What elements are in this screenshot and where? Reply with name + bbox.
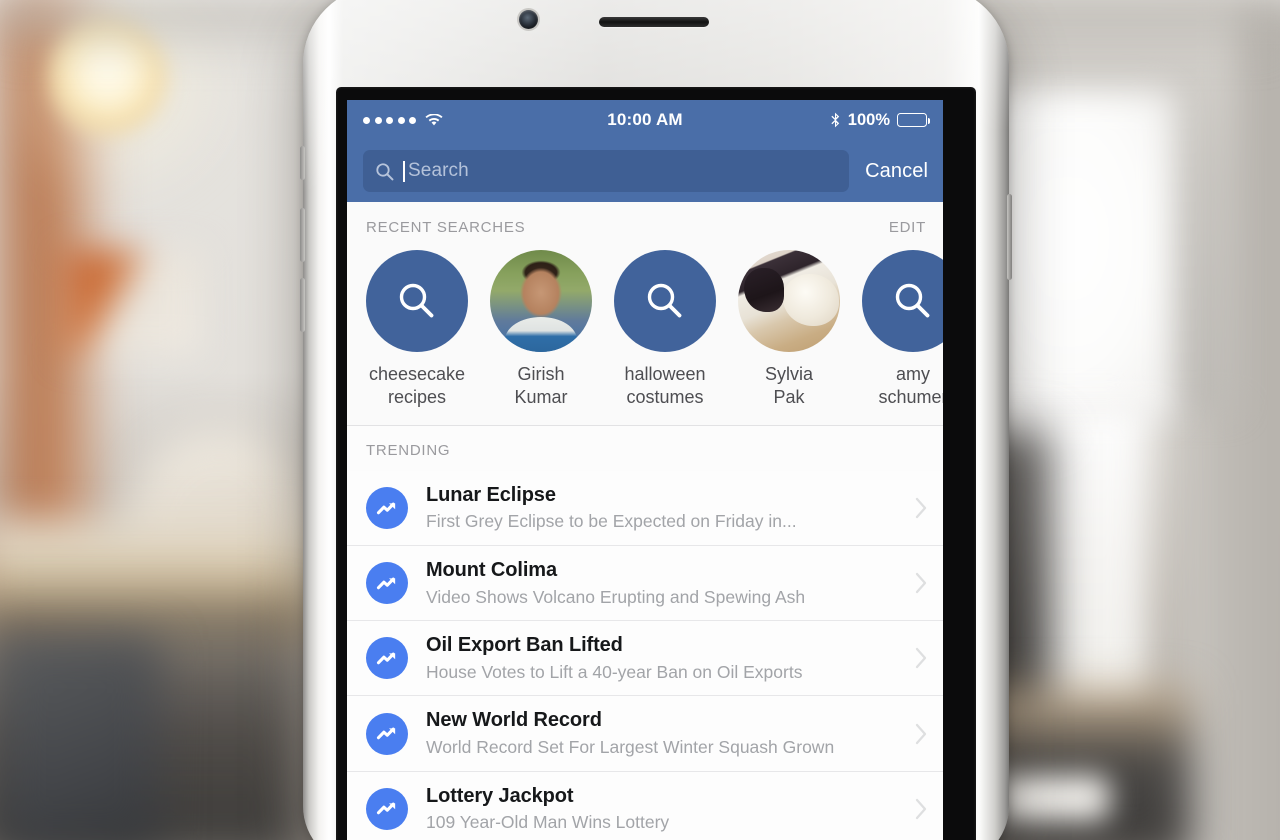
recent-searches-section: RECENT SEARCHES EDIT cheesecake recipes G… xyxy=(347,202,943,427)
trending-arrow-icon xyxy=(366,712,408,755)
avatar[interactable] xyxy=(490,250,592,352)
trending-row[interactable]: New World Record World Record Set For Lar… xyxy=(347,696,943,772)
trending-title-text: Mount Colima xyxy=(426,559,558,582)
trending-arrow-icon xyxy=(376,502,395,514)
bluetooth-icon xyxy=(830,112,841,128)
trending-arrow-icon xyxy=(376,727,395,740)
trending-arrow-icon xyxy=(366,637,408,680)
trending-title-text: Lottery Jackpot xyxy=(426,784,574,807)
trending-arrow-icon xyxy=(376,577,395,590)
trending-row[interactable]: Mount Colima Video Shows Volcano Erupting… xyxy=(347,546,943,622)
trending-row[interactable]: Lottery Jackpot 109 Year-Old Man Wins Lot… xyxy=(347,771,943,840)
search-bar: Search Cancel xyxy=(347,140,943,202)
recent-search-item[interactable]: amy schumer xyxy=(862,250,943,409)
trending-arrow-icon xyxy=(376,652,395,665)
trending-subtitle-text: House Votes to Lift a 40-year Ban on Oil… xyxy=(426,661,803,682)
recent-query-icon[interactable] xyxy=(366,250,468,352)
chevron-right-icon[interactable] xyxy=(914,721,929,747)
trending-arrow-icon xyxy=(366,787,408,830)
recent-search-label: halloween costumes xyxy=(624,364,706,408)
phone-screen: 10:00 AM 100% Search Cancel RECENT SEARC… xyxy=(347,100,943,840)
trending-subtitle-text: Video Shows Volcano Erupting and Spewing… xyxy=(426,586,806,607)
trending-title: TRENDING xyxy=(366,442,451,460)
volume-down-button[interactable] xyxy=(300,278,305,332)
background-cup-right xyxy=(1000,775,1110,821)
trending-text: Mount Colima Video Shows Volcano Erupting… xyxy=(426,558,906,608)
chevron-right-icon xyxy=(915,798,927,819)
trending-subtitle-text: 109 Year-Old Man Wins Lottery xyxy=(426,812,670,833)
trending-arrow-icon xyxy=(366,487,408,530)
wifi-icon xyxy=(425,113,443,127)
avatar[interactable] xyxy=(738,250,840,352)
earpiece-speaker xyxy=(599,17,709,27)
cancel-button[interactable]: Cancel xyxy=(861,160,930,183)
signal-dots-icon xyxy=(363,116,416,124)
search-placeholder: Search xyxy=(408,160,469,181)
chevron-right-icon xyxy=(915,573,927,594)
trending-list: Lunar Eclipse First Grey Eclipse to be Ex… xyxy=(347,471,943,840)
search-icon xyxy=(647,283,682,318)
phone-device: 10:00 AM 100% Search Cancel RECENT SEARC… xyxy=(300,0,1012,840)
trending-arrow-icon xyxy=(366,562,408,605)
trending-text: Lunar Eclipse First Grey Eclipse to be Ex… xyxy=(426,483,906,533)
trending-title-text: Oil Export Ban Lifted xyxy=(426,634,623,657)
trending-text: Lottery Jackpot 109 Year-Old Man Wins Lot… xyxy=(426,784,906,834)
recent-query-icon[interactable] xyxy=(614,250,716,352)
trending-subtitle-text: World Record Set For Largest Winter Squa… xyxy=(426,736,835,757)
background-chair-left xyxy=(0,640,160,840)
trending-section: TRENDING Lunar Eclipse First Grey Eclipse… xyxy=(347,426,943,840)
power-button[interactable] xyxy=(1007,194,1012,280)
recent-search-item[interactable]: Girish Kumar xyxy=(490,250,592,409)
trending-text: Oil Export Ban Lifted House Votes to Lift… xyxy=(426,633,906,683)
chevron-right-icon[interactable] xyxy=(914,645,929,671)
trending-row[interactable]: Lunar Eclipse First Grey Eclipse to be Ex… xyxy=(347,471,943,547)
recent-searches-header: RECENT SEARCHES EDIT xyxy=(347,219,943,236)
recent-searches-title: RECENT SEARCHES xyxy=(366,219,526,236)
trending-text: New World Record World Record Set For Lar… xyxy=(426,708,906,758)
battery-full-icon xyxy=(897,113,931,127)
ios-status-bar: 10:00 AM 100% xyxy=(347,100,943,140)
recent-search-item[interactable]: halloween costumes xyxy=(614,250,716,409)
status-right-group: 100% xyxy=(830,110,931,130)
volume-up-button[interactable] xyxy=(300,208,305,262)
search-icon xyxy=(399,283,434,318)
trending-row[interactable]: Oil Export Ban Lifted House Votes to Lift… xyxy=(347,621,943,697)
recent-search-label: cheesecake recipes xyxy=(368,364,466,408)
recent-query-icon[interactable] xyxy=(862,250,943,352)
recent-search-label: Girish Kumar xyxy=(514,364,568,408)
search-input[interactable]: Search xyxy=(363,150,850,192)
chevron-right-icon[interactable] xyxy=(914,570,929,596)
chevron-right-icon[interactable] xyxy=(914,495,929,521)
ringer-switch[interactable] xyxy=(300,146,305,180)
recent-search-label: Sylvia Pak xyxy=(764,364,813,408)
status-left-group xyxy=(363,113,443,127)
text-caret xyxy=(403,160,405,182)
background-poster xyxy=(65,250,200,355)
trending-subtitle-text: First Grey Eclipse to be Expected on Fri… xyxy=(426,511,797,532)
chevron-right-icon xyxy=(915,648,927,669)
battery-percent: 100% xyxy=(847,110,890,129)
chevron-right-icon xyxy=(915,497,927,519)
recent-search-item[interactable]: cheesecake recipes xyxy=(366,250,468,409)
front-camera-icon xyxy=(519,10,538,29)
edit-recent-searches-button[interactable]: EDIT xyxy=(889,219,926,236)
trending-arrow-icon xyxy=(376,802,395,815)
recent-search-label: amy schumer xyxy=(878,364,943,408)
recent-search-item[interactable]: Sylvia Pak xyxy=(738,250,840,409)
chevron-right-icon[interactable] xyxy=(914,796,929,822)
search-icon xyxy=(895,283,930,318)
chevron-right-icon xyxy=(915,723,927,744)
trending-header: TRENDING xyxy=(347,442,943,471)
trending-title-text: Lunar Eclipse xyxy=(426,484,556,507)
search-icon xyxy=(375,162,394,181)
trending-title-text: New World Record xyxy=(426,709,602,732)
recent-searches-list[interactable]: cheesecake recipes Girish Kumar halloween … xyxy=(347,236,943,417)
